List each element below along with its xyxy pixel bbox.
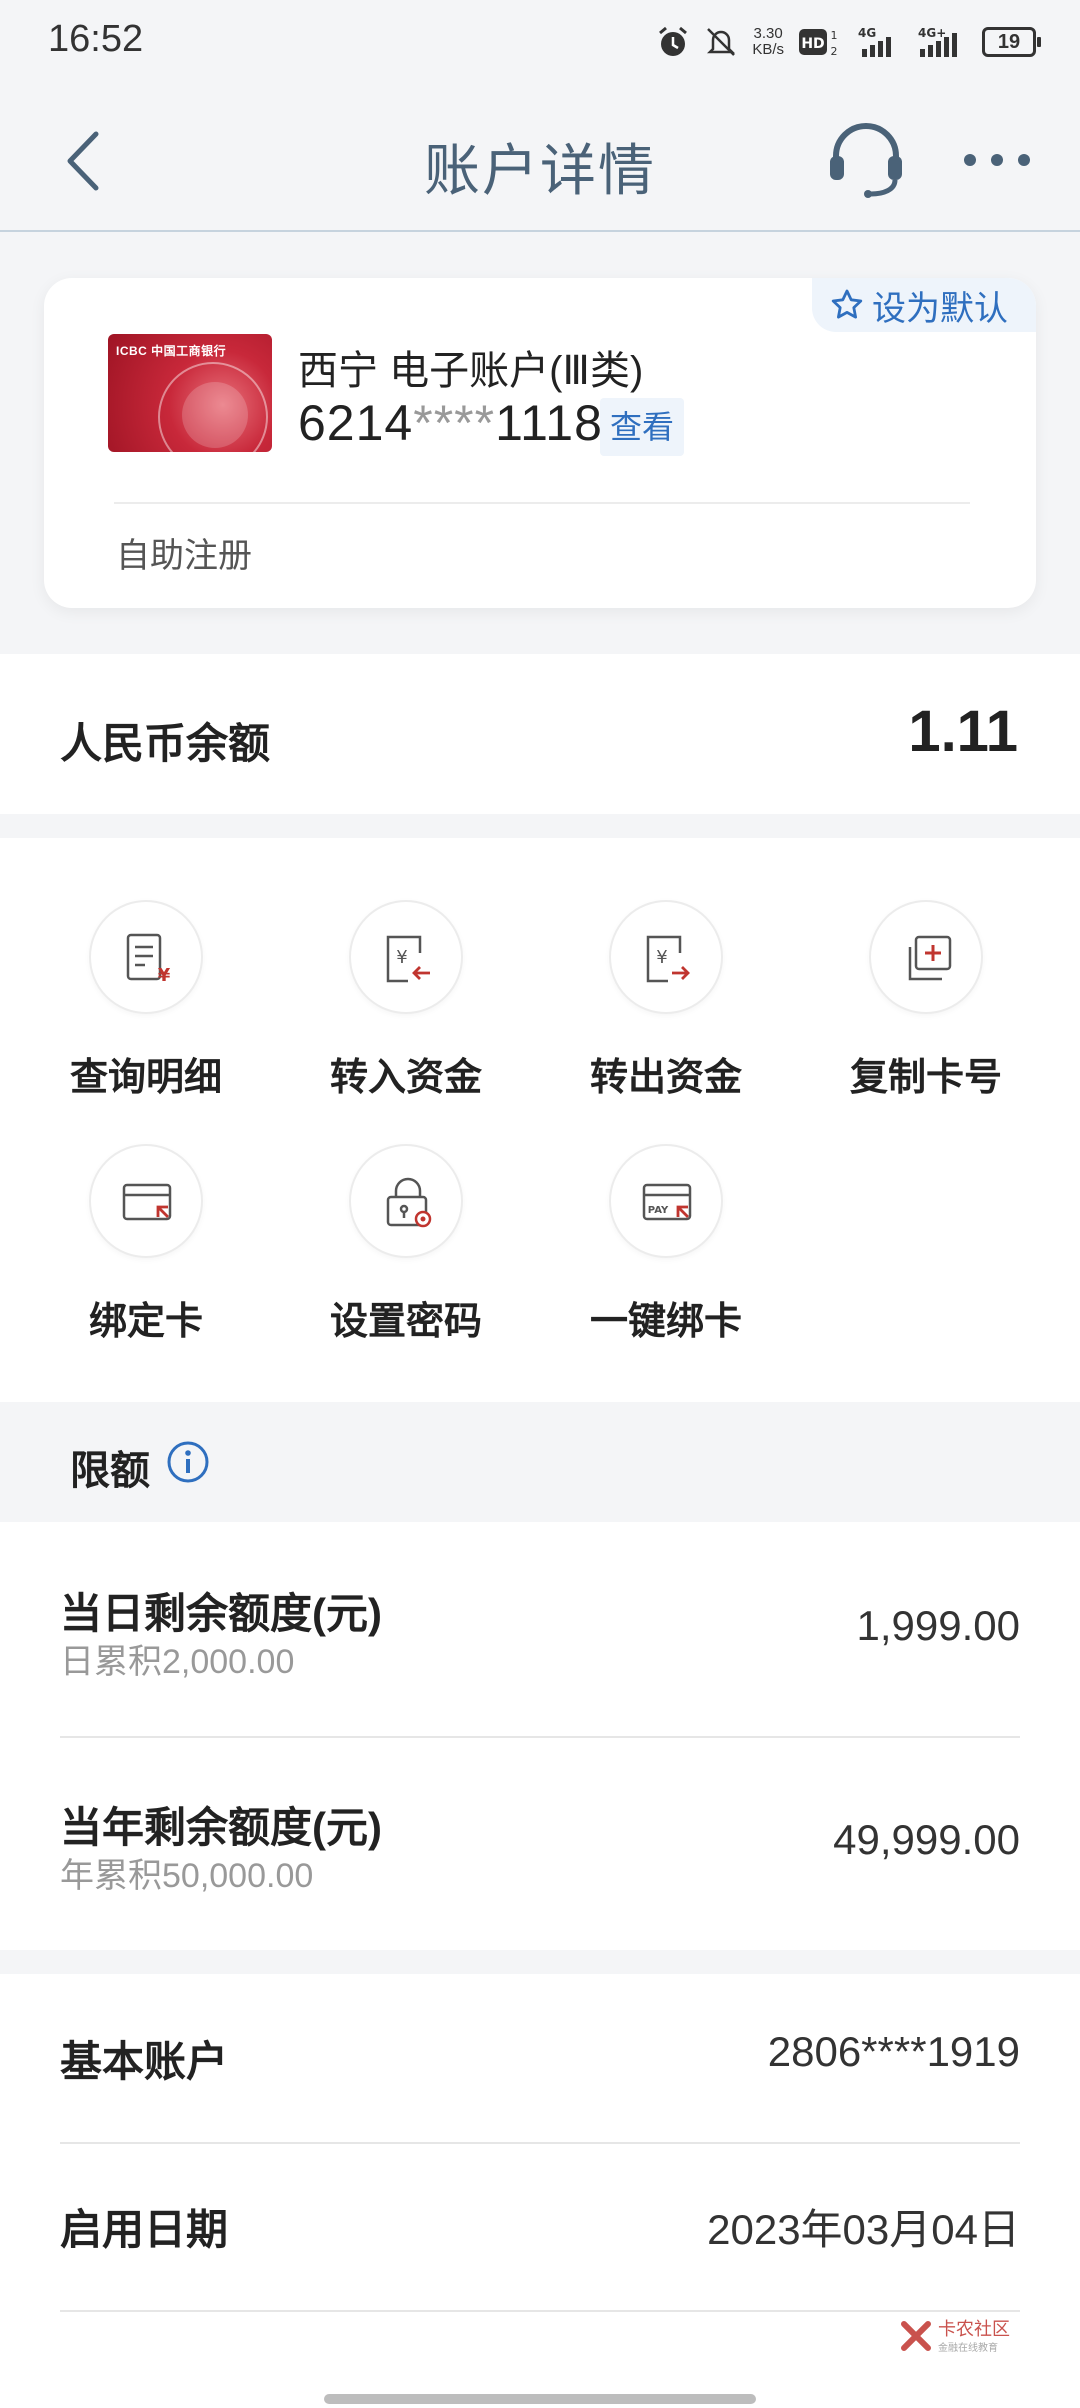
action-transfer-out[interactable]: ¥ 转出资金 [536,900,796,1101]
view-number-button[interactable]: 查看 [600,398,685,456]
bank-card-image: ICBC 中国工商银行 [108,334,272,452]
mute-bell-icon [707,28,736,56]
transfer-out-icon: ¥ [646,935,690,983]
action-label: 绑定卡 [88,1301,203,1343]
transfer-in-icon: ¥ [386,935,430,983]
svg-text:PAY: PAY [648,1205,669,1216]
action-circle [89,1144,203,1258]
star-icon [831,289,863,319]
status-icons: 3.30 KB/s HD 1 2 4G 4G+ 19 [656,20,1041,64]
info-value: 2023年03月04日 [707,2206,1020,2253]
svg-text:¥: ¥ [396,947,407,968]
action-label: 转出资金 [589,1057,742,1099]
svg-text:HD: HD [801,36,824,52]
headset-icon[interactable] [826,118,906,198]
info-row-activation-date: 启用日期 2023年03月04日 [60,2142,1020,2310]
action-label: 查询明细 [69,1057,222,1099]
nav-bar: 账户详情 [0,82,1080,232]
limits-list: 当日剩余额度(元) 日累积2,000.00 1,999.00 当年剩余额度(元)… [0,1522,1080,1950]
signal-4g-icon: 4G [858,26,891,57]
watermark-text: 卡农社区 [938,2318,1010,2339]
action-circle [349,1144,463,1258]
info-key: 启用日期 [60,2206,229,2253]
action-circle: PAY [609,1144,723,1258]
action-label: 设置密码 [329,1301,482,1343]
action-one-click-bind[interactable]: PAY 一键绑卡 [536,1144,796,1345]
action-transfer-in[interactable]: ¥ 转入资金 [276,900,536,1101]
limit-subtitle: 日累积2,000.00 [60,1643,295,1681]
signal-4g-plus-icon: 4G+ [918,26,957,57]
set-password-icon [386,1177,432,1228]
action-query-details[interactable]: ¥ 查询明细 [16,900,276,1101]
action-set-password[interactable]: 设置密码 [276,1144,536,1345]
watermark: 卡农社区 金融在线教育 [898,2318,1010,2354]
set-default-button[interactable]: 设为默认 [812,278,1036,332]
limit-value: 1,999.00 [856,1602,1021,1649]
svg-text:¥: ¥ [158,965,171,986]
action-copy-card-number[interactable]: 复制卡号 [796,900,1056,1101]
network-speed: 3.30 KB/s [752,25,784,58]
actions-grid: ¥ 查询明细 ¥ 转入资金 ¥ 转出资金 复制卡号 绑定卡 设置密码 PAY 一… [0,838,1080,1402]
watermark-logo-icon [901,2321,931,2351]
balance-label: 人民币余额 [60,720,271,767]
limit-title: 当年剩余额度(元) [60,1804,382,1851]
limit-title: 当日剩余额度(元) [60,1590,382,1637]
more-dots-icon[interactable] [962,150,1032,170]
balance-value: 1.11 [908,699,1018,764]
action-label: 一键绑卡 [589,1301,742,1343]
info-key: 基本账户 [60,2038,229,2085]
card-divider [114,502,970,504]
action-label: 复制卡号 [849,1057,1002,1099]
limit-value: 49,999.00 [833,1816,1020,1863]
info-value: 2806****1919 [767,2028,1020,2075]
bank-logo-text: ICBC 中国工商银行 [116,344,227,358]
info-row-basic-account: 基本账户 2806****1919 [60,1974,1020,2142]
copy-icon [908,935,952,981]
home-indicator[interactable] [324,2394,756,2404]
action-circle: ¥ [89,900,203,1014]
limits-title: 限额 [70,1449,150,1493]
limit-row-yearly: 当年剩余额度(元) 年累积50,000.00 49,999.00 [60,1736,1020,1950]
svg-text:1: 1 [831,29,838,42]
limit-row-daily: 当日剩余额度(元) 日累积2,000.00 1,999.00 [60,1522,1020,1736]
account-card: 设为默认 ICBC 中国工商银行 西宁 电子账户(Ⅲ类) 6214****111… [44,278,1036,608]
hd-icon: HD 1 2 [799,29,838,58]
row-divider [60,2310,1020,2312]
self-register-label: 自助注册 [116,537,252,575]
bind-card-icon [122,1183,172,1221]
action-bind-card[interactable]: 绑定卡 [16,1144,276,1345]
set-default-label: 设为默认 [872,289,1008,328]
action-label: 转入资金 [329,1057,482,1099]
statement-icon: ¥ [126,933,171,986]
battery-indicator: 19 [982,27,1041,57]
action-circle: ¥ [609,900,723,1014]
account-name: 西宁 电子账户(Ⅲ类) [298,349,644,393]
svg-text:4G+: 4G+ [918,26,946,40]
info-icon[interactable] [166,1440,210,1484]
balance-section: 人民币余额 1.11 [0,654,1080,814]
action-circle [869,900,983,1014]
account-number: 6214****1118 [298,395,603,451]
svg-text:4G: 4G [858,26,876,40]
status-bar: 16:52 3.30 KB/s HD 1 2 4G 4G+ 19 [0,0,1080,82]
alarm-icon [659,26,688,56]
pay-bind-icon: PAY [642,1183,692,1221]
action-circle: ¥ [349,900,463,1014]
limits-header: 限额 [0,1402,1080,1522]
limit-subtitle: 年累积50,000.00 [60,1857,314,1895]
svg-text:¥: ¥ [656,947,667,968]
svg-text:2: 2 [831,45,838,58]
status-time: 16:52 [48,18,144,60]
watermark-subtext: 金融在线教育 [938,2342,998,2354]
page-title: 账户详情 [424,139,656,202]
